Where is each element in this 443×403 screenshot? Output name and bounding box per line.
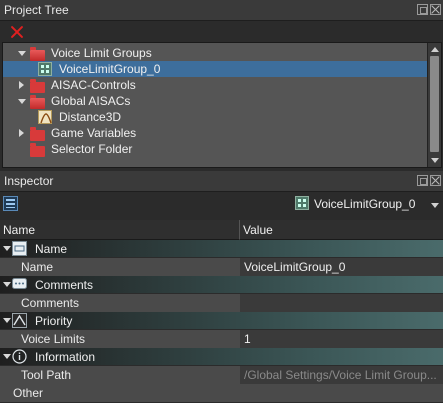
tree-item-label: Global AISACs <box>51 94 131 108</box>
expand-arrow-icon[interactable] <box>3 318 11 323</box>
project-tree: Voice Limit Groups VoiceLimitGroup_0 AIS… <box>2 42 442 168</box>
property-value-name[interactable]: VoiceLimitGroup_0 <box>240 258 443 276</box>
info-icon <box>12 349 27 364</box>
folder-icon <box>30 79 45 93</box>
chevron-down-icon[interactable] <box>431 203 439 208</box>
scroll-up-icon[interactable] <box>431 47 439 52</box>
expand-arrow-icon[interactable] <box>3 282 11 287</box>
scroll-down-icon[interactable] <box>431 158 439 163</box>
comment-icon <box>12 277 27 292</box>
property-label: Name <box>0 258 240 276</box>
collapse-arrow-icon[interactable] <box>19 81 24 89</box>
property-value-voice-limits[interactable]: 1 <box>240 330 443 348</box>
tree-item-voice-limit-groups[interactable]: Voice Limit Groups <box>3 45 427 61</box>
column-header-value[interactable]: Value <box>240 220 443 240</box>
folder-open-icon <box>30 95 45 109</box>
property-value-tool-path: /Global Settings/Voice Limit Group... <box>240 366 443 384</box>
voice-limit-group-icon <box>295 196 309 210</box>
float-panel-icon[interactable] <box>417 4 428 15</box>
property-row-comments[interactable]: Comments <box>0 294 443 312</box>
scroll-thumb[interactable] <box>430 56 439 152</box>
expand-arrow-icon[interactable] <box>3 246 11 251</box>
tree-item-label: Voice Limit Groups <box>51 46 152 60</box>
property-grid: Name Value Name Name VoiceLimitGroup_0 C… <box>0 220 443 403</box>
tree-item-global-aisacs[interactable]: Global AISACs <box>3 93 427 109</box>
category-priority[interactable]: Priority <box>0 312 443 329</box>
tree-item-label: Distance3D <box>59 110 122 124</box>
category-label: Priority <box>35 313 73 328</box>
tree-item-label: Selector Folder <box>51 142 133 156</box>
project-tree-title: Project Tree <box>4 3 69 17</box>
property-value-comments[interactable] <box>240 294 443 312</box>
tree-item-label: Game Variables <box>51 126 137 140</box>
list-view-icon[interactable] <box>3 196 18 211</box>
property-row-tool-path[interactable]: Tool Path /Global Settings/Voice Limit G… <box>0 366 443 384</box>
category-name[interactable]: Name <box>0 240 443 257</box>
category-label: Comments <box>35 277 94 292</box>
category-label: Information <box>35 349 96 364</box>
category-label: Name <box>35 241 68 256</box>
folder-icon <box>30 127 45 141</box>
property-row-other[interactable]: Other <box>0 384 443 402</box>
project-tree-toolbar <box>0 22 443 42</box>
property-label: Comments <box>0 294 240 312</box>
inspector-toolbar: VoiceLimitGroup_0 <box>0 193 443 216</box>
project-tree-header: Project Tree <box>0 0 443 21</box>
voice-limit-group-icon <box>38 62 52 76</box>
property-label: Other <box>0 384 443 402</box>
tree-item-aisac-controls[interactable]: AISAC-Controls <box>3 77 427 93</box>
tree-item-selector-folder[interactable]: Selector Folder <box>3 141 427 157</box>
property-label: Tool Path <box>0 366 240 384</box>
aisac-curve-icon <box>38 110 52 124</box>
property-label: Voice Limits <box>0 330 240 348</box>
name-tag-icon <box>12 241 27 256</box>
category-information[interactable]: Information <box>0 348 443 365</box>
column-header-name[interactable]: Name <box>0 220 240 240</box>
inspector-header: Inspector <box>0 171 443 192</box>
collapse-arrow-icon[interactable] <box>19 129 24 137</box>
inspector-title: Inspector <box>4 174 54 188</box>
folder-icon <box>30 143 45 157</box>
close-panel-icon[interactable] <box>430 4 441 15</box>
property-row-voice-limits[interactable]: Voice Limits 1 <box>0 330 443 348</box>
tree-item-label: AISAC-Controls <box>51 78 136 92</box>
tree-item-label: VoiceLimitGroup_0 <box>59 62 161 76</box>
expand-arrow-icon[interactable] <box>18 99 26 104</box>
folder-open-icon <box>30 47 45 61</box>
delete-icon[interactable] <box>9 24 25 40</box>
inspector-target-label: VoiceLimitGroup_0 <box>314 197 416 211</box>
tree-item-voicelimitgroup-0[interactable]: VoiceLimitGroup_0 <box>3 61 427 77</box>
category-comments[interactable]: Comments <box>0 276 443 293</box>
tree-scrollbar[interactable] <box>427 43 441 167</box>
tree-item-distance3d[interactable]: Distance3D <box>3 109 427 125</box>
priority-icon <box>12 313 27 328</box>
close-panel-icon[interactable] <box>430 175 441 186</box>
float-panel-icon[interactable] <box>417 175 428 186</box>
expand-arrow-icon[interactable] <box>3 354 11 359</box>
property-row-name[interactable]: Name VoiceLimitGroup_0 <box>0 258 443 276</box>
tree-item-game-variables[interactable]: Game Variables <box>3 125 427 141</box>
expand-arrow-icon[interactable] <box>18 51 26 56</box>
